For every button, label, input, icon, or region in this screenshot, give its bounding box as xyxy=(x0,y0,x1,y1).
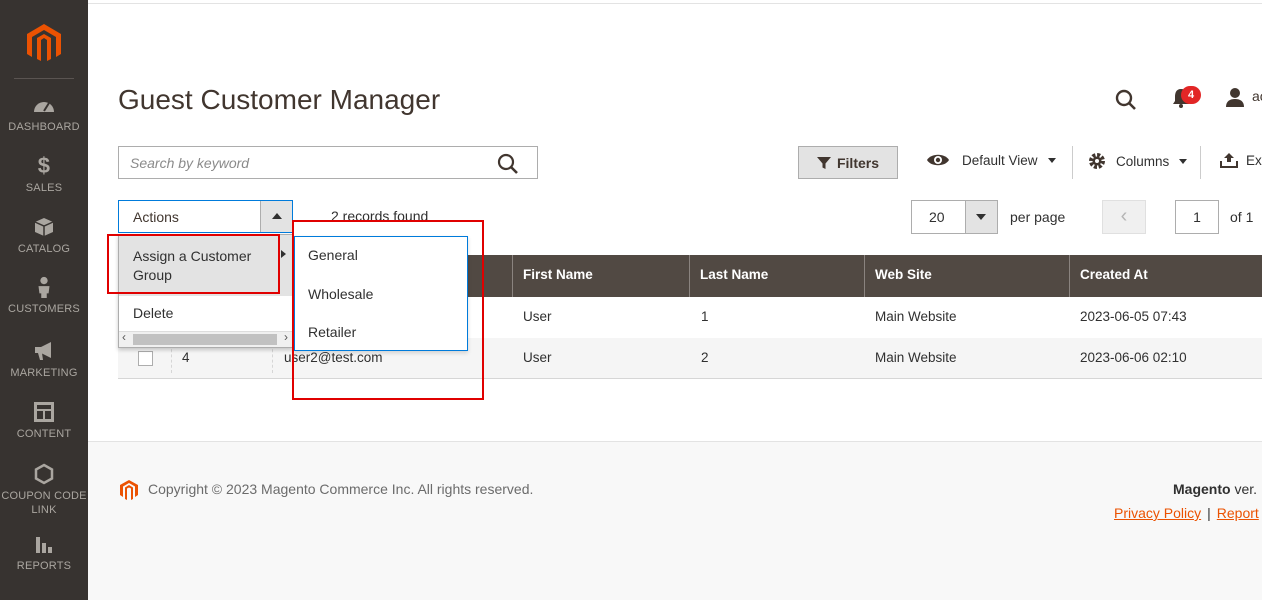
current-page-input[interactable]: 1 xyxy=(1175,200,1219,234)
sidebar-label: SALES xyxy=(25,182,63,194)
chevron-down-icon xyxy=(1047,157,1056,163)
layout-icon xyxy=(34,402,54,422)
scroll-right-icon[interactable]: › xyxy=(284,330,288,344)
submenu-arrow-icon xyxy=(281,250,286,258)
sidebar-label: CUSTOMERS xyxy=(8,303,80,315)
eye-icon xyxy=(927,154,949,166)
version-label: ver. xyxy=(1234,481,1258,497)
per-page-label: per page xyxy=(1010,209,1066,225)
sidebar-item-marketing[interactable]: MARKETING xyxy=(0,340,88,380)
scroll-left-icon[interactable]: ‹ xyxy=(122,330,126,344)
copyright-text: Copyright © 2023 Magento Commerce Inc. A… xyxy=(148,481,534,497)
filters-label: Filters xyxy=(836,154,879,171)
highlight-box-assign-group xyxy=(107,234,280,294)
previous-page-button[interactable]: ‹ xyxy=(1102,200,1146,234)
sidebar-label: COUPON CODE xyxy=(1,490,87,502)
magento-logo-icon[interactable] xyxy=(23,22,65,64)
search-icon[interactable] xyxy=(497,153,519,175)
menu-divider xyxy=(119,295,292,296)
footer-link-separator: | xyxy=(1207,505,1211,521)
sidebar-item-reports[interactable]: REPORTS xyxy=(0,533,88,573)
sidebar-item-sales[interactable]: $ SALES xyxy=(0,155,88,195)
export-dropdown[interactable]: Exp xyxy=(1220,152,1262,168)
page-title: Guest Customer Manager xyxy=(118,84,441,115)
per-page-select[interactable]: 20 xyxy=(911,200,998,234)
cell-id: 4 xyxy=(182,350,190,365)
cell-last-name: 1 xyxy=(701,309,709,324)
caret-up-icon[interactable] xyxy=(260,201,292,232)
sidebar-label: MARKETING xyxy=(10,367,78,379)
sidebar-label-line2: LINK xyxy=(31,504,57,516)
keyword-search-box xyxy=(118,146,538,179)
sidebar-label: REPORTS xyxy=(16,560,72,572)
cell-divider xyxy=(171,344,172,373)
dollar-icon: $ xyxy=(37,153,51,178)
sidebar-item-coupon-code-link[interactable]: COUPON CODE LINK xyxy=(0,463,88,517)
export-label: Exp xyxy=(1246,152,1262,168)
cell-last-name: 2 xyxy=(701,350,709,365)
person-icon xyxy=(38,276,50,298)
chevron-down-icon xyxy=(1179,158,1188,164)
highlight-box-submenu xyxy=(292,220,484,400)
funnel-icon xyxy=(816,156,831,169)
default-view-dropdown[interactable]: Default View xyxy=(926,152,1056,168)
default-view-label: Default View xyxy=(962,152,1038,168)
admin-sidebar: DASHBOARD $ SALES CATALOG CUSTOMERS MARK… xyxy=(0,0,88,600)
top-border xyxy=(88,0,1262,4)
cell-first-name: User xyxy=(523,350,552,365)
cell-divider xyxy=(272,344,273,373)
column-header-first-name[interactable]: First Name xyxy=(512,255,689,297)
menu-horizontal-scrollbar[interactable]: ‹ › xyxy=(119,330,292,347)
keyword-search-input[interactable] xyxy=(119,147,479,178)
sidebar-item-catalog[interactable]: CATALOG xyxy=(0,216,88,256)
hexagon-icon xyxy=(34,463,54,485)
row-select-checkbox[interactable] xyxy=(138,351,153,366)
cell-created-at: 2023-06-05 07:43 xyxy=(1080,309,1187,324)
version-text: Magento ver. xyxy=(1173,481,1257,497)
column-header-created-at[interactable]: Created At xyxy=(1069,255,1262,297)
per-page-value: 20 xyxy=(929,209,945,225)
brand-name: Magento xyxy=(1173,481,1231,497)
caret-down-icon[interactable] xyxy=(965,201,997,233)
sidebar-item-content[interactable]: CONTENT xyxy=(0,401,88,441)
notifications-count-badge: 4 xyxy=(1181,86,1201,104)
bar-chart-icon xyxy=(36,537,52,553)
sidebar-label: DASHBOARD xyxy=(8,121,80,133)
sidebar-label: CONTENT xyxy=(16,428,72,440)
cell-website: Main Website xyxy=(875,350,957,365)
column-header-last-name[interactable]: Last Name xyxy=(689,255,864,297)
box-icon xyxy=(34,218,54,236)
megaphone-icon xyxy=(35,342,51,360)
columns-label: Columns xyxy=(1116,153,1170,169)
sidebar-item-customers[interactable]: CUSTOMERS xyxy=(0,276,88,316)
scrollbar-thumb[interactable] xyxy=(133,334,277,345)
columns-dropdown[interactable]: Columns xyxy=(1088,152,1188,170)
magento-footer-logo-icon xyxy=(120,480,138,500)
export-icon xyxy=(1220,153,1238,168)
page-footer xyxy=(88,442,1262,600)
dashboard-icon xyxy=(34,102,54,112)
report-link[interactable]: Report xyxy=(1217,505,1259,521)
gear-icon xyxy=(1089,153,1105,169)
actions-label: Actions xyxy=(133,209,179,225)
menu-item-delete[interactable]: Delete xyxy=(133,305,173,321)
toolbar-divider xyxy=(1200,146,1201,179)
global-search-icon[interactable] xyxy=(1114,88,1138,112)
cell-first-name: User xyxy=(523,309,552,324)
footer-links: Privacy Policy | Report xyxy=(1114,505,1259,521)
sidebar-label: CATALOG xyxy=(17,243,71,255)
user-name[interactable]: ac xyxy=(1252,88,1262,104)
column-header-web-site[interactable]: Web Site xyxy=(864,255,1069,297)
privacy-policy-link[interactable]: Privacy Policy xyxy=(1114,505,1201,521)
total-pages-text: of 1 xyxy=(1230,209,1254,225)
toolbar-divider xyxy=(1072,146,1073,179)
logo-divider xyxy=(14,78,74,79)
cell-website: Main Website xyxy=(875,309,957,324)
actions-dropdown[interactable]: Actions xyxy=(118,200,293,233)
sidebar-item-dashboard[interactable]: DASHBOARD xyxy=(0,94,88,134)
filters-button[interactable]: Filters xyxy=(798,146,898,179)
cell-created-at: 2023-06-06 02:10 xyxy=(1080,350,1187,365)
user-account-icon[interactable] xyxy=(1224,87,1246,109)
